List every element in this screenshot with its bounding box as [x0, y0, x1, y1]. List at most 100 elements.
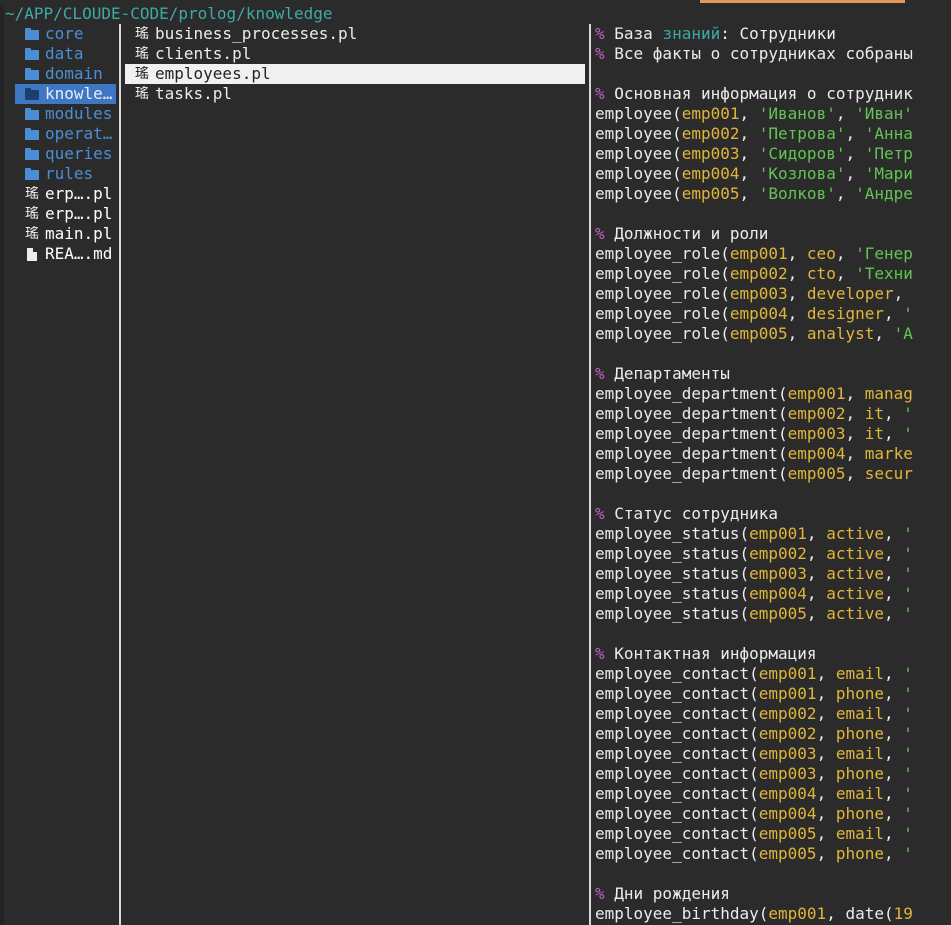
parent-directory-pane[interactable]: core data domain knowle… modules operat… queri… — [15, 24, 116, 264]
code-token: Все факты о сотрудниках собраны — [614, 44, 913, 63]
code-line: employee_department(emp001, manag — [595, 384, 951, 404]
file-item[interactable]: 瑤 clients.pl — [125, 44, 585, 64]
code-token: Департаменты — [614, 364, 730, 383]
code-token: employee_role( — [595, 244, 730, 263]
code-token: , — [845, 144, 865, 163]
code-token: , — [826, 904, 846, 923]
code-line: employee_status(emp002, active, ' — [595, 544, 951, 564]
current-directory-pane[interactable]: 瑤 business_processes.pl 瑤 clients.pl 瑤 employ… — [125, 24, 585, 104]
code-token: active — [826, 524, 884, 543]
code-token: , — [787, 324, 807, 343]
code-token: phone — [835, 724, 884, 743]
code-token: , — [806, 524, 827, 543]
file-item[interactable]: 瑤 erp….pl — [15, 184, 116, 204]
code-line: employee_contact(emp003, email, ' — [595, 744, 951, 764]
code-token: emp001 — [729, 244, 788, 263]
file-item[interactable]: 瑤 erp….pl — [15, 204, 116, 224]
directory-item[interactable]: rules — [15, 164, 116, 184]
code-token: , — [816, 844, 836, 863]
code-token: employee( — [595, 184, 682, 203]
directory-item[interactable]: queries — [15, 144, 116, 164]
code-token: emp001 — [787, 384, 846, 403]
code-token: emp004 — [758, 804, 817, 823]
prolog-file-icon: 瑤 — [25, 226, 39, 242]
code-token: ' — [903, 804, 913, 823]
code-token: , — [884, 724, 904, 743]
code-token: , — [835, 244, 856, 263]
code-token: emp005 — [758, 844, 817, 863]
folder-icon — [25, 24, 39, 44]
code-token: employee_contact( — [595, 764, 759, 783]
file-item[interactable]: REA….md — [15, 244, 116, 264]
code-line: employee(emp004, 'Козлова', 'Мари — [595, 164, 951, 184]
code-line: employee_contact(emp001, phone, ' — [595, 684, 951, 704]
code-line: % Статус сотрудника — [595, 504, 951, 524]
file-item[interactable]: 瑤 business_processes.pl — [125, 24, 585, 44]
code-token: emp005 — [729, 324, 788, 343]
tab-indicator — [700, 0, 905, 3]
code-token: , — [884, 764, 904, 783]
code-token: emp002 — [758, 724, 817, 743]
directory-item[interactable]: domain — [15, 64, 116, 84]
code-token: ' — [903, 704, 913, 723]
prolog-file-icon: 瑤 — [135, 66, 149, 82]
item-label: erp….pl — [45, 184, 113, 203]
code-token: employee_contact( — [595, 664, 759, 683]
code-token: emp003 — [758, 764, 817, 783]
item-label: erp….pl — [45, 204, 113, 223]
code-line: employee(emp003, 'Сидоров', 'Петр — [595, 144, 951, 164]
code-token: , — [816, 744, 836, 763]
code-token: % — [595, 44, 615, 63]
code-token: emp005 — [749, 604, 807, 623]
folder-icon — [25, 84, 39, 104]
code-token: , — [806, 564, 827, 583]
code-token: active — [826, 544, 884, 563]
code-token: active — [826, 564, 884, 583]
code-token: ' — [903, 744, 913, 763]
code-token: emp004 — [758, 784, 817, 803]
code-token: База — [614, 24, 663, 43]
code-token: emp003 — [729, 284, 788, 303]
code-token: , — [816, 804, 836, 823]
item-label: main.pl — [45, 224, 113, 243]
code-token: emp003 — [681, 144, 740, 163]
file-item[interactable]: 瑤 main.pl — [15, 224, 116, 244]
code-token: , — [845, 404, 865, 423]
directory-item[interactable]: knowle… — [15, 84, 116, 104]
directory-item[interactable]: modules — [15, 104, 116, 124]
code-token: % — [595, 884, 615, 903]
code-token: secur — [864, 464, 913, 483]
code-token: ' — [903, 584, 913, 603]
code-token: date( — [845, 904, 894, 923]
code-token: , — [884, 784, 904, 803]
directory-item[interactable]: operat… — [15, 124, 116, 144]
code-token: Должности и роли — [614, 224, 769, 243]
code-token: employee_role( — [595, 324, 730, 343]
directory-item[interactable]: core — [15, 24, 116, 44]
code-token: it — [864, 424, 884, 443]
code-token: Статус сотрудника — [614, 504, 779, 523]
code-token: , — [816, 764, 836, 783]
code-token: 'Сидоров' — [758, 144, 846, 163]
code-line: employee(emp005, 'Волков', 'Андре — [595, 184, 951, 204]
code-line: % Дни рождения — [595, 884, 951, 904]
code-token: , — [883, 564, 904, 583]
directory-item[interactable]: data — [15, 44, 116, 64]
code-token: Контактная информация — [614, 644, 817, 663]
file-item[interactable]: 瑤 employees.pl — [125, 64, 585, 84]
code-line: % Контактная информация — [595, 644, 951, 664]
code-token: , — [884, 804, 904, 823]
code-token: ' — [903, 844, 913, 863]
file-item[interactable]: 瑤 tasks.pl — [125, 84, 585, 104]
code-line: employee_contact(emp002, email, ' — [595, 704, 951, 724]
prolog-file-icon: 瑤 — [135, 86, 149, 102]
code-token: , — [816, 724, 836, 743]
code-token: ' — [903, 544, 913, 563]
code-line: % Департаменты — [595, 364, 951, 384]
code-token: email — [835, 664, 884, 683]
code-token: 'Петрова' — [758, 124, 846, 143]
code-token: Основная информация о сотрудник — [614, 84, 913, 103]
